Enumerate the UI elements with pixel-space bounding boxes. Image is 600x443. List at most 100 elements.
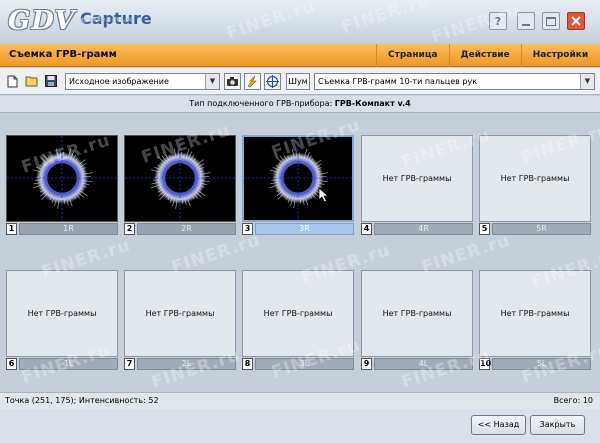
calibration-button[interactable] — [244, 73, 261, 90]
tile-number: 9 — [361, 358, 372, 370]
tile-number: 8 — [242, 358, 253, 370]
no-gram-text: Нет ГРВ-граммы — [145, 309, 215, 318]
noise-button[interactable]: Шум — [286, 73, 310, 90]
gdv-gram-grid: 1 1R 2 2R 3 3R Нет ГРВ-граммы 4 4R Нет ГРВ-граммы… — [0, 114, 600, 393]
app-logo: GDV — [8, 6, 76, 36]
gdv-gram-tile[interactable]: 2 2R — [124, 135, 236, 237]
gdv-gram-frame[interactable] — [6, 135, 118, 222]
target-button[interactable] — [264, 73, 281, 90]
main-menu: Страница Действие Настройки — [376, 44, 599, 67]
maximize-icon — [546, 16, 556, 26]
watermark: FINER.ru — [339, 0, 433, 38]
close-button[interactable]: Закрыть — [530, 415, 585, 435]
close-icon — [571, 16, 581, 26]
gdv-gram-tile[interactable]: 3 3R — [242, 135, 354, 237]
page-title: Съемка ГРВ-грамм — [9, 49, 117, 60]
device-label: Тип подключенного ГРВ-прибора: — [189, 99, 333, 108]
gdv-capture-window: GDV Capture Capture ? FINER.ru FINER.ru FI… — [0, 0, 600, 443]
menu-item-page[interactable]: Страница — [376, 44, 449, 67]
no-gram-text: Нет ГРВ-граммы — [500, 309, 570, 318]
tile-finger-label: 3R — [255, 223, 354, 235]
gdv-gram-tile[interactable]: Нет ГРВ-граммы 6 1L — [6, 270, 118, 372]
back-button[interactable]: << Назад — [471, 415, 526, 435]
gdv-gram-frame[interactable]: Нет ГРВ-граммы — [6, 270, 118, 357]
camera-button[interactable] — [224, 73, 241, 90]
menu-item-action[interactable]: Действие — [448, 44, 521, 67]
tile-finger-label: 5L — [492, 358, 591, 370]
app-logo-reflection: Capture — [80, 15, 134, 24]
gdv-gram-tile[interactable]: Нет ГРВ-граммы 9 4L — [361, 270, 473, 372]
tile-finger-label: 1R — [19, 223, 118, 235]
close-window-button[interactable] — [567, 12, 585, 30]
gdv-gram-tile[interactable]: 1 1R — [6, 135, 118, 237]
title-bar: GDV Capture Capture ? FINER.ru FINER.ru FI… — [0, 0, 600, 48]
minimize-icon — [522, 23, 530, 26]
new-file-button[interactable] — [5, 74, 19, 88]
camera-icon — [227, 77, 238, 86]
tile-finger-label: 4L — [374, 358, 473, 370]
point-intensity-readout: Точка (251, 175); Интенсивность: 52 — [5, 396, 159, 405]
footer: << Назад Закрыть — [0, 409, 600, 443]
gdv-gram-image — [244, 137, 352, 220]
no-gram-text: Нет ГРВ-граммы — [27, 309, 97, 318]
gdv-gram-frame[interactable]: Нет ГРВ-граммы — [361, 135, 473, 222]
new-file-icon — [7, 75, 17, 87]
total-count: Всего: 10 — [553, 396, 593, 405]
tile-finger-label: 1L — [19, 358, 118, 370]
tile-finger-label: 3L — [255, 358, 354, 370]
minimize-button[interactable] — [517, 12, 535, 30]
menu-item-settings[interactable]: Настройки — [520, 44, 600, 67]
maximize-button[interactable] — [542, 12, 560, 30]
save-icon — [45, 75, 57, 87]
tile-number: 10 — [479, 358, 492, 370]
gdv-gram-frame[interactable]: Нет ГРВ-граммы — [124, 270, 236, 357]
gdv-gram-tile[interactable]: Нет ГРВ-граммы 4 4R — [361, 135, 473, 237]
gdv-gram-frame[interactable]: Нет ГРВ-граммы — [479, 135, 591, 222]
capture-mode-select[interactable]: Съемка ГРВ-грамм 10-ти пальцев рук ▼ — [314, 73, 595, 90]
tile-number: 6 — [6, 358, 17, 370]
gdv-gram-image — [125, 136, 235, 221]
spark-icon — [247, 75, 257, 88]
gdv-gram-tile[interactable]: Нет ГРВ-граммы 5 5R — [479, 135, 591, 237]
tile-number: 5 — [479, 223, 490, 235]
tile-finger-label: 5R — [492, 223, 591, 235]
no-gram-text: Нет ГРВ-граммы — [382, 174, 452, 183]
tile-number: 7 — [124, 358, 135, 370]
mouse-cursor-icon — [318, 187, 330, 203]
help-button[interactable]: ? — [489, 12, 507, 30]
device-name: ГРВ-Компакт v.4 — [334, 99, 411, 108]
tile-finger-label: 2R — [137, 223, 236, 235]
image-type-select[interactable]: Исходное изображение ▼ — [65, 73, 220, 90]
watermark: FINER.ru — [429, 0, 523, 48]
capture-mode-select-value: Съемка ГРВ-грамм 10-ти пальцев рук — [318, 77, 478, 86]
gdv-gram-frame[interactable]: Нет ГРВ-граммы — [242, 270, 354, 357]
menu-strip: Съемка ГРВ-грамм Страница Действие Настр… — [0, 44, 600, 67]
gdv-gram-frame[interactable]: Нет ГРВ-граммы — [361, 270, 473, 357]
gdv-gram-frame[interactable]: Нет ГРВ-граммы — [479, 270, 591, 357]
no-gram-text: Нет ГРВ-граммы — [500, 174, 570, 183]
tile-number: 2 — [124, 223, 135, 235]
open-file-button[interactable] — [25, 74, 39, 88]
image-type-select-value: Исходное изображение — [69, 77, 169, 86]
tile-number: 1 — [6, 223, 17, 235]
gdv-gram-frame[interactable] — [242, 135, 354, 222]
gdv-gram-image — [7, 136, 117, 221]
chevron-down-icon: ▼ — [205, 74, 219, 89]
watermark: FINER.ru — [224, 0, 318, 44]
open-folder-icon — [25, 76, 38, 87]
tile-finger-label: 2L — [137, 358, 236, 370]
toolbar: Исходное изображение ▼ Шум Съемка ГРВ-гр… — [0, 68, 600, 95]
tile-number: 4 — [361, 223, 372, 235]
no-gram-text: Нет ГРВ-граммы — [382, 309, 452, 318]
save-file-button[interactable] — [44, 74, 58, 88]
target-icon — [266, 75, 279, 88]
gdv-gram-tile[interactable]: Нет ГРВ-граммы 10 5L — [479, 270, 591, 372]
tile-number: 3 — [242, 223, 253, 235]
device-info: Тип подключенного ГРВ-прибора: ГРВ-Компа… — [0, 96, 600, 113]
no-gram-text: Нет ГРВ-граммы — [263, 309, 333, 318]
chevron-down-icon: ▼ — [580, 74, 594, 89]
status-bar: Точка (251, 175); Интенсивность: 52 Всег… — [0, 392, 600, 409]
gdv-gram-tile[interactable]: Нет ГРВ-граммы 8 3L — [242, 270, 354, 372]
gdv-gram-tile[interactable]: Нет ГРВ-граммы 7 2L — [124, 270, 236, 372]
gdv-gram-frame[interactable] — [124, 135, 236, 222]
